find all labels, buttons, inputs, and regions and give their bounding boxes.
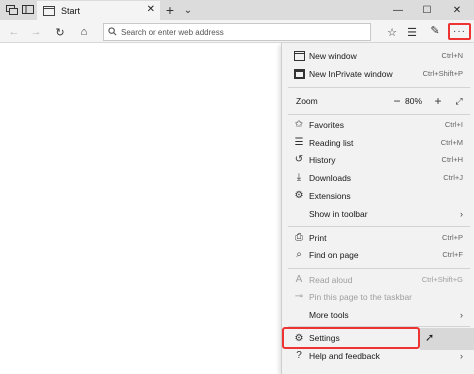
menu-item-label: New InPrivate window — [309, 68, 393, 79]
menu-item-label: Downloads — [309, 172, 352, 183]
fullscreen-icon[interactable]: ⤢ — [452, 94, 466, 108]
mouse-cursor-icon: ➚ — [425, 332, 435, 344]
help-icon: ? — [296, 350, 302, 361]
title-bar: Start ✕ + ⌄ — ☐ ✕ — [0, 0, 474, 20]
find-icon: ⌕ — [296, 249, 302, 260]
chevron-right-icon: › — [460, 350, 463, 361]
menu-item-shortcut: Ctrl+M — [440, 138, 463, 147]
set-aside-tabs-icon[interactable] — [21, 3, 35, 17]
close-window-button[interactable]: ✕ — [448, 2, 466, 18]
menu-item-shortcut: Ctrl+I — [444, 120, 463, 129]
menu-item-label: Find on page — [309, 249, 359, 260]
chevron-right-icon: › — [460, 309, 463, 320]
menu-item-label: History — [309, 154, 336, 165]
menu-item-label: Show in toolbar — [309, 208, 368, 219]
menu-divider — [288, 226, 470, 227]
chevron-right-icon: › — [460, 208, 463, 219]
page-icon — [43, 5, 55, 16]
menu-item-extensions[interactable]: ⚙ Extensions — [282, 187, 474, 204]
menu-item-reading-list[interactable]: ☰ Reading list Ctrl+M — [282, 134, 474, 151]
menu-item-shortcut: Ctrl+N — [441, 51, 463, 60]
menu-item-shortcut: Ctrl+Shift+P — [422, 69, 463, 78]
navigation-bar: ← → ↻ ⌂ ☆ ☰ ✎ ··· — [0, 20, 474, 43]
tab-start[interactable]: Start ✕ — [37, 1, 160, 20]
home-icon[interactable]: ⌂ — [76, 24, 92, 40]
back-icon[interactable]: ← — [6, 24, 22, 40]
minimize-button[interactable]: — — [389, 2, 407, 18]
zoom-label: Zoom — [296, 96, 318, 106]
menu-item-print[interactable]: ⎙ Print Ctrl+P — [282, 229, 474, 246]
zoom-row: Zoom − 80% + ⤢ — [282, 93, 474, 110]
printer-icon: ⎙ — [295, 232, 303, 243]
menu-item-shortcut: Ctrl+H — [441, 155, 463, 164]
gear-icon: ⚙ — [294, 332, 304, 344]
menu-item-label: Help and feedback — [309, 350, 380, 361]
menu-item-help-feedback[interactable]: ? Help and feedback › — [282, 347, 474, 364]
zoom-out-button[interactable]: − — [390, 93, 404, 109]
add-favorite-star-icon[interactable]: ☆ — [384, 24, 400, 40]
search-icon — [108, 26, 117, 38]
pin-icon: ⊸ — [294, 291, 304, 302]
extensions-icon: ⚙ — [294, 190, 304, 201]
menu-item-label: Settings — [309, 333, 340, 343]
menu-item-pin-to-taskbar[interactable]: ⊸ Pin this page to the taskbar — [282, 288, 474, 305]
menu-divider — [288, 114, 470, 115]
read-aloud-icon: A — [295, 274, 303, 285]
close-tab-icon[interactable]: ✕ — [147, 4, 155, 15]
menu-item-label: Read aloud — [309, 274, 353, 285]
menu-item-settings[interactable]: ⚙ Settings — [282, 327, 420, 349]
menu-item-shortcut: Ctrl+Shift+G — [421, 275, 463, 284]
download-icon: ⤓ — [296, 172, 302, 183]
menu-item-shortcut: Ctrl+P — [441, 233, 463, 242]
menu-item-show-in-toolbar[interactable]: Show in toolbar › — [282, 205, 474, 222]
inprivate-icon — [292, 67, 306, 81]
menu-item-label: New window — [309, 50, 357, 61]
menu-item-new-window[interactable]: New window Ctrl+N — [282, 47, 474, 64]
favorites-icon: ✩ — [294, 119, 304, 130]
menu-divider — [288, 268, 470, 269]
menu-item-inprivate[interactable]: New InPrivate window Ctrl+Shift+P — [282, 65, 474, 82]
menu-item-read-aloud[interactable]: A Read aloud Ctrl+Shift+G — [282, 271, 474, 288]
history-icon: ↺ — [294, 154, 304, 165]
menu-item-label: Extensions — [309, 190, 351, 201]
refresh-icon[interactable]: ↻ — [52, 24, 68, 40]
chevron-down-icon[interactable]: ⌄ — [181, 3, 195, 17]
menu-item-history[interactable]: ↺ History Ctrl+H — [282, 151, 474, 168]
menu-item-label: Favorites — [309, 119, 344, 130]
menu-divider — [288, 87, 470, 88]
address-input[interactable] — [121, 27, 361, 37]
menu-item-label: Print — [309, 232, 327, 243]
zoom-value: 80% — [405, 96, 423, 106]
menu-item-more-tools[interactable]: More tools › — [282, 306, 474, 323]
menu-item-find-on-page[interactable]: ⌕ Find on page Ctrl+F — [282, 246, 474, 263]
new-tab-icon[interactable]: + — [163, 2, 177, 18]
zoom-in-button[interactable]: + — [431, 93, 445, 109]
settings-menu: New window Ctrl+N New InPrivate window C… — [281, 43, 474, 374]
favorites-hub-icon[interactable]: ☰ — [404, 24, 420, 40]
reading-list-icon: ☰ — [294, 137, 304, 148]
menu-item-favorites[interactable]: ✩ Favorites Ctrl+I — [282, 116, 474, 133]
menu-item-downloads[interactable]: ⤓ Downloads Ctrl+J — [282, 169, 474, 186]
share-icon[interactable] — [429, 22, 445, 38]
more-icon[interactable]: ··· — [448, 23, 471, 40]
menu-item-label: Pin this page to the taskbar — [309, 291, 413, 302]
maximize-button[interactable]: ☐ — [418, 2, 436, 18]
menu-item-label: More tools — [309, 309, 349, 320]
tab-title: Start — [61, 5, 81, 16]
menu-item-label: Reading list — [309, 137, 354, 148]
address-bar[interactable] — [103, 23, 371, 41]
tab-preview-icon[interactable] — [5, 3, 19, 17]
forward-icon[interactable]: → — [28, 24, 44, 40]
new-window-icon — [292, 49, 306, 63]
menu-item-shortcut: Ctrl+F — [442, 250, 463, 259]
menu-item-shortcut: Ctrl+J — [443, 173, 463, 182]
